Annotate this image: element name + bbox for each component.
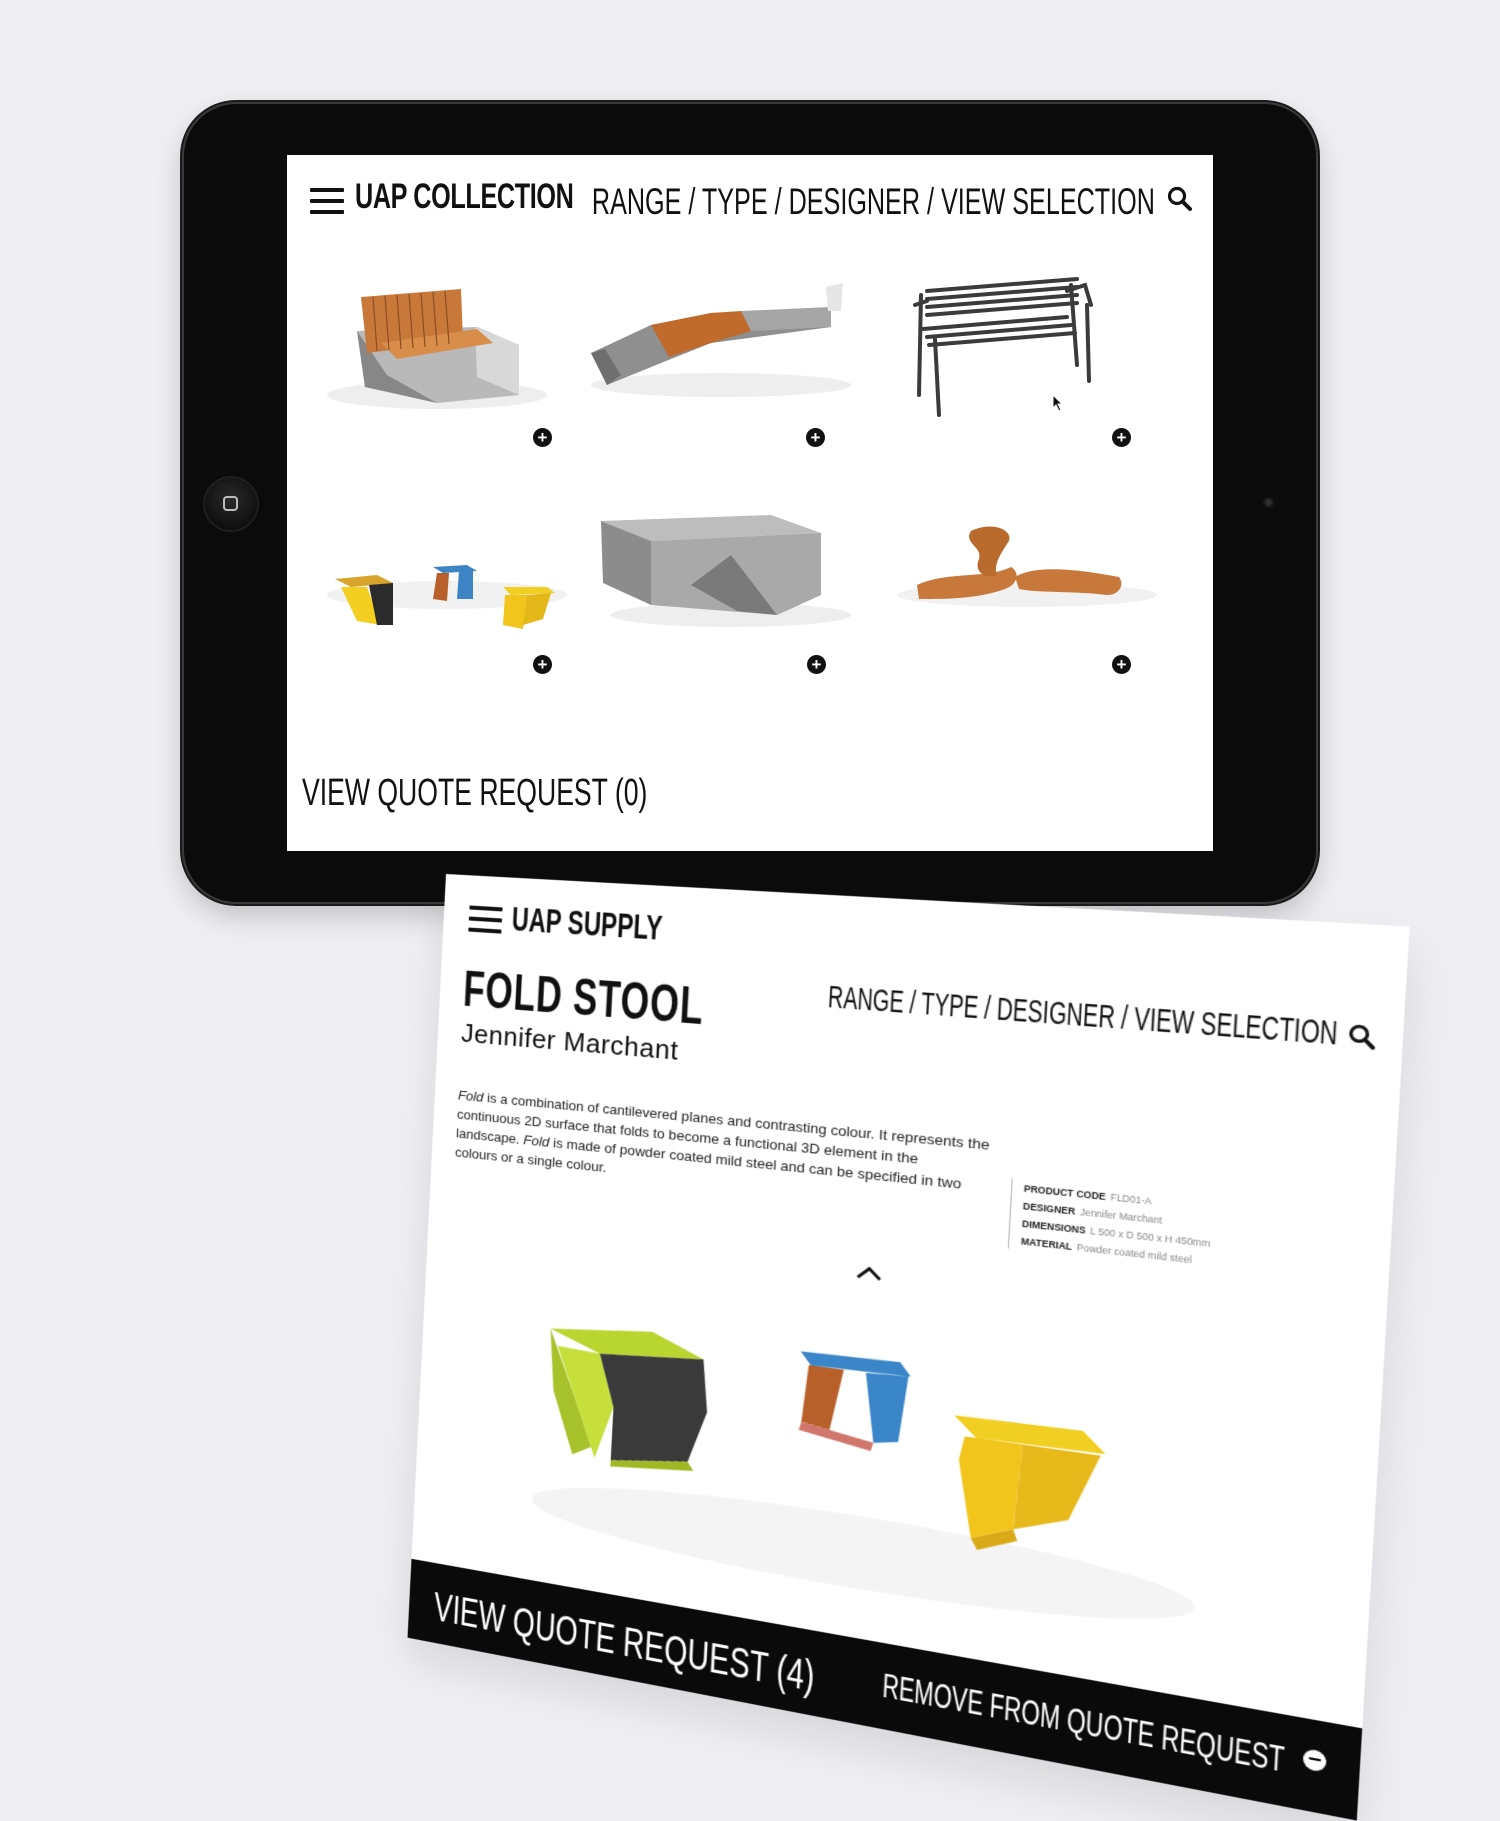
concrete-timber-linear-bench-icon bbox=[591, 283, 851, 397]
add-to-quote-button[interactable]: + bbox=[533, 655, 552, 674]
hamburger-menu-icon[interactable] bbox=[468, 905, 503, 940]
site-logo[interactable]: UAP SUPPLY bbox=[511, 900, 664, 948]
main-nav[interactable]: RANGE / TYPE / DESIGNER / VIEW SELECTION bbox=[827, 981, 1338, 1054]
product-detail-page: UAP SUPPLY RANGE / TYPE / DESIGNER / VIE… bbox=[407, 874, 1410, 1821]
granite-block-bench-icon bbox=[601, 515, 851, 627]
spec-label: MATERIAL bbox=[1020, 1235, 1073, 1253]
add-to-quote-button[interactable]: + bbox=[1112, 428, 1131, 447]
product-tile[interactable]: + bbox=[307, 475, 597, 675]
mouse-cursor-icon bbox=[1052, 394, 1064, 412]
tablet-device: UAP COLLECTION RANGE / TYPE / DESIGNER /… bbox=[184, 104, 1316, 902]
product-tile[interactable]: + bbox=[887, 245, 1177, 447]
front-camera-icon bbox=[1263, 497, 1274, 508]
add-to-quote-button[interactable]: + bbox=[1112, 655, 1131, 674]
minus-circle-icon[interactable]: − bbox=[1302, 1747, 1327, 1773]
view-quote-request-link[interactable]: VIEW QUOTE REQUEST (0) bbox=[302, 772, 647, 815]
product-name-emphasis: Fold bbox=[457, 1086, 484, 1105]
remove-from-quote-button[interactable]: REMOVE FROM QUOTE REQUEST bbox=[882, 1667, 1286, 1781]
spec-value: FLD01-A bbox=[1110, 1191, 1152, 1207]
add-to-quote-button[interactable]: + bbox=[533, 428, 552, 447]
product-tile[interactable]: + bbox=[307, 245, 597, 447]
fold-stools-icon bbox=[327, 565, 567, 629]
tablet-screen: UAP COLLECTION RANGE / TYPE / DESIGNER /… bbox=[287, 155, 1213, 851]
add-to-quote-button[interactable]: + bbox=[807, 655, 826, 674]
spec-label: DESIGNER bbox=[1022, 1200, 1076, 1217]
add-to-quote-button[interactable]: + bbox=[806, 428, 825, 447]
main-nav[interactable]: RANGE / TYPE / DESIGNER / VIEW SELECTION bbox=[592, 181, 1155, 223]
home-button-icon[interactable] bbox=[205, 478, 257, 530]
product-specs: PRODUCT CODE FLD01-A DESIGNER Jennifer Mar… bbox=[1007, 1178, 1319, 1283]
product-tile[interactable]: + bbox=[887, 475, 1177, 675]
product-description: Fold is a combination of cantilevered pl… bbox=[455, 1085, 998, 1218]
product-tile[interactable]: + bbox=[581, 245, 871, 447]
product-tile[interactable]: + bbox=[581, 475, 871, 675]
steel-slat-bench-icon bbox=[913, 277, 1093, 417]
search-icon[interactable] bbox=[1347, 1023, 1377, 1051]
curved-timber-benches-icon bbox=[897, 526, 1157, 607]
product-name-emphasis: Fold bbox=[523, 1131, 550, 1150]
chevron-up-icon[interactable] bbox=[855, 1264, 882, 1282]
search-icon[interactable] bbox=[1167, 186, 1193, 212]
hamburger-menu-icon[interactable] bbox=[310, 188, 344, 221]
site-logo[interactable]: UAP COLLECTION bbox=[355, 177, 574, 217]
timber-concrete-bench-icon bbox=[327, 289, 547, 409]
